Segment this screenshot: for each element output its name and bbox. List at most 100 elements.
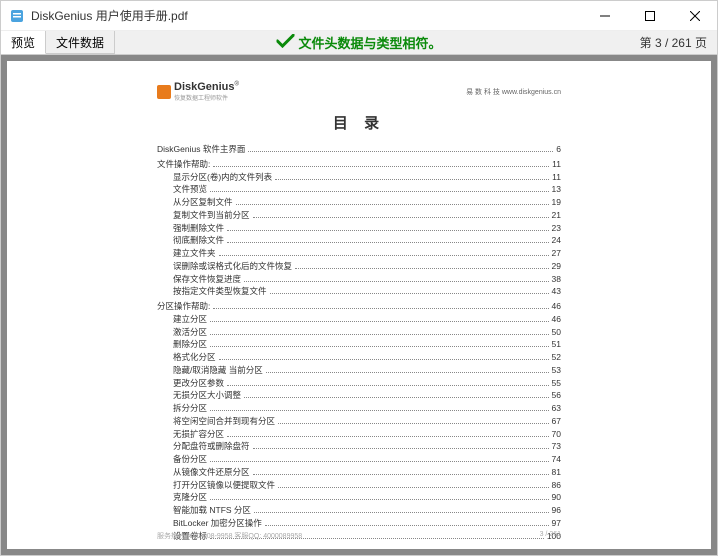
toolbar: 预览 文件数据 文件头数据与类型相符。 第 3 / 261 页	[1, 31, 717, 55]
toc-label: 建立分区	[173, 313, 207, 326]
toc-page-number: 23	[552, 222, 561, 235]
toc-label: BitLocker 加密分区操作	[173, 517, 262, 530]
toc-leader	[295, 268, 549, 269]
toc-label: 克隆分区	[173, 491, 207, 504]
toc-leader	[210, 499, 549, 500]
toc-page-number: 90	[552, 491, 561, 504]
toc-entry: 更改分区参数 55	[157, 377, 561, 390]
toc-entry: 显示分区(卷)内的文件列表11	[157, 171, 561, 184]
check-icon	[276, 34, 294, 51]
toc-entry: 分区操作帮助:46	[157, 300, 561, 313]
toc-label: 打开分区镜像以便提取文件	[173, 479, 275, 492]
logo: DiskGenius® 恢复数据工程师软件	[157, 81, 239, 102]
preview-area: DiskGenius® 恢复数据工程师软件 易 数 科 技 www.diskge…	[1, 55, 717, 555]
toc-label: 建立文件夹	[173, 247, 216, 260]
toc-leader	[248, 151, 553, 152]
app-icon	[9, 8, 25, 24]
header-right: 易 数 科 技 www.diskgenius.cn	[466, 87, 561, 97]
toc-entry: 删除分区51	[157, 338, 561, 351]
toc-label: 隐藏/取消隐藏 当前分区	[173, 364, 263, 377]
toc-label: 从分区复制文件	[173, 196, 233, 209]
toc-label: DiskGenius 软件主界面	[157, 143, 245, 156]
toc-page-number: 52	[552, 351, 561, 364]
toc-label: 激活分区	[173, 326, 207, 339]
toc-label: 复制文件到当前分区	[173, 209, 250, 222]
toc-entry: 文件预览 13	[157, 183, 561, 196]
toc-page-number: 6	[556, 143, 561, 156]
toc-page-number: 56	[552, 389, 561, 402]
toc-page-number: 51	[552, 338, 561, 351]
page-footer: 服务热线: 400-008-9958 客服QQ: 4000089958 3 / …	[157, 531, 561, 541]
toc-entry: DiskGenius 软件主界面 6	[157, 143, 561, 156]
toc-leader	[253, 448, 549, 449]
toc-label: 误删除或误格式化后的文件恢复	[173, 260, 292, 273]
toc-page-number: 73	[552, 440, 561, 453]
toc-leader	[210, 461, 549, 462]
toc-leader	[210, 191, 549, 192]
toc-leader	[278, 487, 549, 488]
toc-entry: 文件操作帮助: 11	[157, 158, 561, 171]
toc-page-number: 11	[552, 158, 561, 171]
toc-entry: 保存文件恢复进度38	[157, 273, 561, 286]
toc-entry: 建立文件夹27	[157, 247, 561, 260]
toc-leader	[253, 217, 549, 218]
toc-page-number: 46	[552, 313, 561, 326]
toc-page-number: 81	[552, 466, 561, 479]
toc-entry: 无损扩容分区70	[157, 428, 561, 441]
titlebar: DiskGenius 用户使用手册.pdf	[1, 1, 717, 31]
toc-label: 分配盘符或删除盘符	[173, 440, 250, 453]
toc-page-number: 13	[552, 183, 561, 196]
toc-page-number: 55	[552, 377, 561, 390]
toc-list: DiskGenius 软件主界面6文件操作帮助:11显示分区(卷)内的文件列表1…	[57, 143, 661, 542]
toc-entry: 彻底删除文件24	[157, 234, 561, 247]
maximize-button[interactable]	[627, 1, 672, 30]
toc-entry: 将空闲空间合并到现有分区67	[157, 415, 561, 428]
toc-entry: 备份分区74	[157, 453, 561, 466]
toc-leader	[210, 321, 549, 322]
toc-leader	[210, 410, 549, 411]
toc-label: 文件预览	[173, 183, 207, 196]
toc-entry: 按指定文件类型恢复文件 43	[157, 285, 561, 298]
toc-leader	[210, 334, 549, 335]
toc-leader	[213, 308, 548, 309]
close-button[interactable]	[672, 1, 717, 30]
toc-leader	[253, 474, 549, 475]
toc-label: 按指定文件类型恢复文件	[173, 285, 267, 298]
toc-page-number: 29	[552, 260, 561, 273]
toc-entry: 智能加载 NTFS 分区96	[157, 504, 561, 517]
toc-leader	[213, 166, 549, 167]
toc-leader	[265, 525, 549, 526]
toc-entry: 复制文件到当前分区 21	[157, 209, 561, 222]
toc-page-number: 21	[552, 209, 561, 222]
toc-page-number: 24	[552, 234, 561, 247]
toc-leader	[236, 204, 549, 205]
toc-label: 更改分区参数	[173, 377, 224, 390]
toc-label: 无损扩容分区	[173, 428, 224, 441]
minimize-button[interactable]	[582, 1, 627, 30]
toc-entry: 打开分区镜像以便提取文件86	[157, 479, 561, 492]
toc-entry: BitLocker 加密分区操作97	[157, 517, 561, 530]
logo-subtitle: 恢复数据工程师软件	[174, 93, 239, 102]
toc-leader	[275, 179, 549, 180]
toc-entry: 克隆分区 90	[157, 491, 561, 504]
toc-leader	[278, 423, 549, 424]
toc-label: 将空闲空间合并到现有分区	[173, 415, 275, 428]
toc-leader	[219, 359, 549, 360]
toc-entry: 拆分分区63	[157, 402, 561, 415]
tab-filedata[interactable]: 文件数据	[46, 31, 115, 54]
pdf-page: DiskGenius® 恢复数据工程师软件 易 数 科 技 www.diskge…	[7, 61, 711, 549]
toc-title: 目 录	[57, 112, 661, 133]
toc-leader	[227, 385, 549, 386]
toc-page-number: 74	[552, 453, 561, 466]
window-controls	[582, 1, 717, 30]
toc-label: 显示分区(卷)内的文件列表	[173, 171, 272, 184]
toc-leader	[266, 372, 549, 373]
toc-label: 强制删除文件	[173, 222, 224, 235]
tab-preview[interactable]: 预览	[1, 31, 46, 54]
toc-page-number: 50	[552, 326, 561, 339]
toc-page-number: 43	[552, 285, 561, 298]
toc-entry: 分配盘符或删除盘符 73	[157, 440, 561, 453]
toc-entry: 隐藏/取消隐藏 当前分区53	[157, 364, 561, 377]
toc-label: 文件操作帮助:	[157, 158, 210, 171]
toc-entry: 强制删除文件 23	[157, 222, 561, 235]
